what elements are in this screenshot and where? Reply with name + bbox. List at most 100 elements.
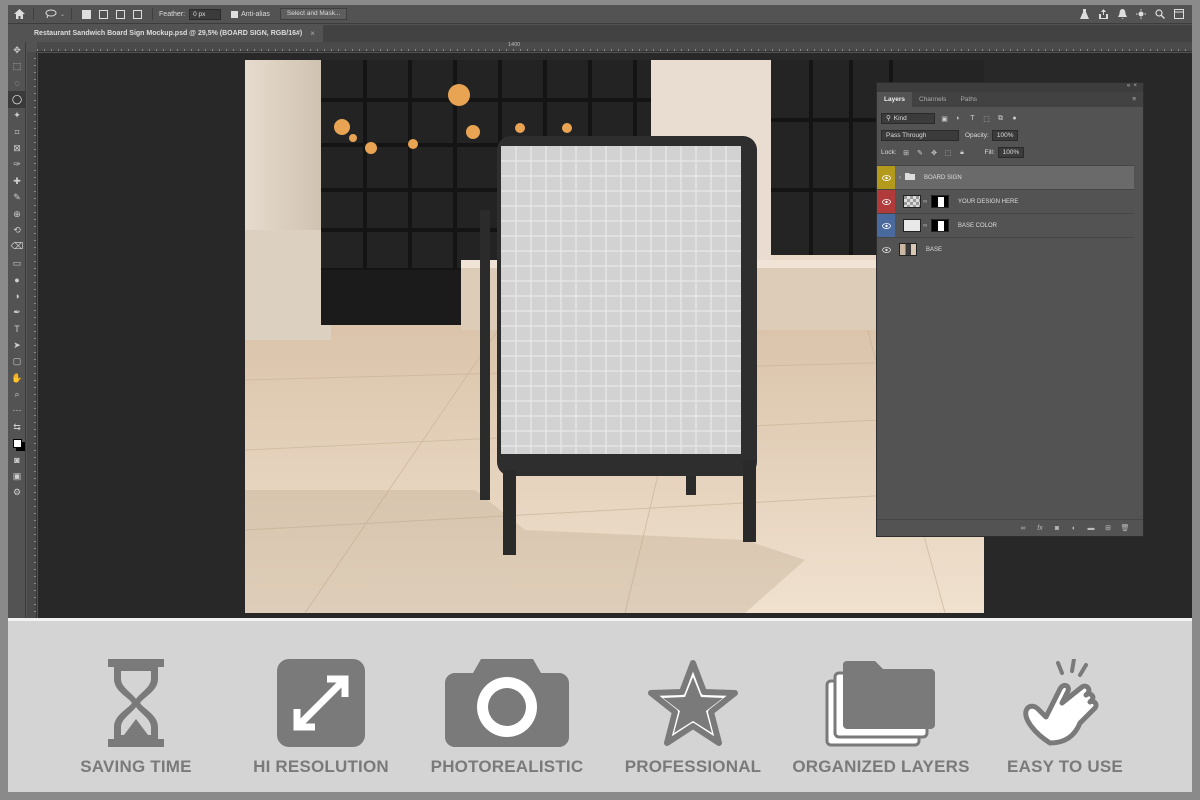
- move-icon[interactable]: ✥: [8, 42, 26, 58]
- link-icon[interactable]: ∞: [923, 223, 928, 229]
- adjustment-filter-icon[interactable]: ◐: [954, 114, 963, 123]
- filter-toggle-icon[interactable]: ●: [1010, 114, 1019, 123]
- stacked-folders-icon: [825, 661, 935, 747]
- flask-icon[interactable]: [1077, 7, 1091, 21]
- dodge-icon[interactable]: ◑: [8, 288, 26, 304]
- layer-board-sign[interactable]: › BOARD SIGN: [877, 165, 1134, 189]
- frame-icon[interactable]: ⊠: [8, 140, 26, 156]
- brightness-icon[interactable]: [1134, 7, 1148, 21]
- visibility-eye-icon[interactable]: [877, 214, 895, 237]
- fill-thumbnail[interactable]: [903, 219, 921, 232]
- more-tools-icon[interactable]: ⋯: [8, 403, 26, 419]
- fx-icon[interactable]: fx: [1036, 524, 1044, 532]
- layer-mask-thumbnail[interactable]: [931, 219, 949, 232]
- blur-icon[interactable]: ●: [8, 271, 26, 287]
- visibility-eye-icon[interactable]: [877, 166, 895, 189]
- quick-mask-icon[interactable]: ◙: [8, 452, 26, 468]
- filter-kind-select[interactable]: ⚲ Kind: [881, 113, 935, 124]
- crop-icon[interactable]: ⌗: [8, 124, 26, 140]
- lock-position-icon[interactable]: ✥: [930, 148, 939, 157]
- mockup-photo: [245, 60, 984, 613]
- chevron-down-icon[interactable]: ⌄: [60, 11, 65, 18]
- extra-icon[interactable]: ⚙: [8, 485, 26, 501]
- layer-base-color[interactable]: ∞ BASE COLOR: [877, 213, 1134, 237]
- swap-colors-icon[interactable]: ⇆: [8, 419, 26, 435]
- artboard-icon[interactable]: ⬚: [8, 58, 26, 74]
- lock-image-icon[interactable]: ✎: [916, 148, 925, 157]
- feature-photorealistic: PHOTOREALISTIC: [412, 659, 602, 777]
- smart-object-thumbnail[interactable]: [903, 195, 921, 208]
- screen-mode-icon[interactable]: ▣: [8, 468, 26, 484]
- rectangle-icon[interactable]: ▢: [8, 353, 26, 369]
- feature-label: PROFESSIONAL: [624, 757, 762, 776]
- gradient-icon[interactable]: ▭: [8, 255, 26, 271]
- new-group-icon[interactable]: ▬: [1087, 524, 1095, 532]
- add-selection-icon[interactable]: [99, 9, 109, 19]
- lock-pixels-icon[interactable]: ⊞: [902, 148, 911, 157]
- opacity-input[interactable]: 100%: [991, 130, 1018, 141]
- trash-icon[interactable]: 🗑︎: [1121, 524, 1130, 532]
- subtract-selection-icon[interactable]: [116, 9, 126, 19]
- lock-artboard-icon[interactable]: ⬚: [944, 148, 953, 157]
- tab-channels[interactable]: Channels: [912, 92, 953, 107]
- lasso-icon[interactable]: ◯: [8, 91, 26, 108]
- link-icon[interactable]: ∞: [923, 199, 928, 205]
- magic-wand-icon[interactable]: ✦: [8, 108, 26, 124]
- smart-object-filter-icon[interactable]: ⧉: [996, 114, 1005, 123]
- eyedropper-icon[interactable]: ✑: [8, 157, 26, 173]
- tab-layers[interactable]: Layers: [877, 92, 912, 107]
- tab-document[interactable]: Restaurant Sandwich Board Sign Mockup.ps…: [28, 25, 323, 42]
- visibility-eye-icon[interactable]: [877, 190, 895, 213]
- bell-icon[interactable]: [1115, 7, 1129, 21]
- chevron-right-icon[interactable]: ›: [899, 175, 901, 181]
- layer-name: BASE COLOR: [958, 222, 998, 229]
- pen-icon[interactable]: ✒: [8, 304, 26, 320]
- adjustment-layer-icon[interactable]: ◐: [1070, 524, 1078, 532]
- lock-all-icon[interactable]: 🔒︎: [958, 148, 967, 157]
- workspace-icon[interactable]: [1172, 7, 1186, 21]
- options-bar: ⌄ Feather: 0 px Anti-alias Select and Ma…: [8, 5, 1192, 24]
- mockup-canvas[interactable]: [245, 60, 984, 613]
- new-layer-icon[interactable]: ⊞: [1104, 524, 1112, 532]
- hand-icon[interactable]: ✋: [8, 370, 26, 386]
- visibility-eye-icon[interactable]: [877, 238, 895, 261]
- share-icon[interactable]: [1096, 7, 1110, 21]
- feather-input[interactable]: 0 px: [189, 8, 222, 20]
- type-icon[interactable]: T: [8, 321, 26, 337]
- layer-name: BASE: [926, 246, 943, 253]
- feature-saving-time: SAVING TIME: [41, 659, 231, 777]
- healing-brush-icon[interactable]: ✚: [8, 173, 26, 189]
- history-brush-icon[interactable]: ⟲: [8, 222, 26, 238]
- new-selection-icon[interactable]: [82, 9, 92, 19]
- eraser-icon[interactable]: ⌫: [8, 239, 26, 255]
- collapse-icon[interactable]: « ×: [1127, 83, 1137, 89]
- layer-your-design-here[interactable]: ∞ YOUR DESIGN HERE: [877, 189, 1134, 213]
- add-mask-icon[interactable]: ◙: [1053, 524, 1061, 532]
- layer-mask-thumbnail[interactable]: [931, 195, 949, 208]
- home-icon[interactable]: [11, 6, 27, 22]
- clone-stamp-icon[interactable]: ⊕: [8, 206, 26, 222]
- separator: [152, 8, 154, 20]
- image-filter-icon[interactable]: ▣: [940, 114, 949, 123]
- zoom-icon[interactable]: ⌕: [8, 386, 26, 402]
- brush-icon[interactable]: ✎: [8, 190, 26, 206]
- antialias-checkbox[interactable]: Anti-alias: [231, 10, 270, 18]
- panel-menu-icon[interactable]: ≡: [1125, 92, 1143, 107]
- lasso-icon[interactable]: [43, 6, 59, 22]
- blend-mode-select[interactable]: Pass Through: [881, 130, 959, 141]
- foreground-color-icon[interactable]: [8, 435, 26, 451]
- intersect-selection-icon[interactable]: [133, 9, 143, 19]
- marquee-icon[interactable]: ◌: [8, 75, 26, 91]
- search-icon[interactable]: [1153, 7, 1167, 21]
- link-layers-icon[interactable]: ∞: [1019, 524, 1027, 532]
- image-thumbnail[interactable]: [899, 243, 917, 256]
- type-filter-icon[interactable]: T: [968, 114, 977, 123]
- tab-paths[interactable]: Paths: [953, 92, 984, 107]
- select-and-mask-button[interactable]: Select and Mask...: [279, 8, 348, 20]
- path-select-icon[interactable]: ➤: [8, 337, 26, 353]
- layer-base[interactable]: BASE: [877, 237, 1134, 261]
- star-icon: [648, 660, 738, 746]
- close-icon[interactable]: ×: [310, 25, 315, 42]
- fill-input[interactable]: 100%: [997, 147, 1024, 158]
- shape-filter-icon[interactable]: ⬚: [982, 114, 991, 123]
